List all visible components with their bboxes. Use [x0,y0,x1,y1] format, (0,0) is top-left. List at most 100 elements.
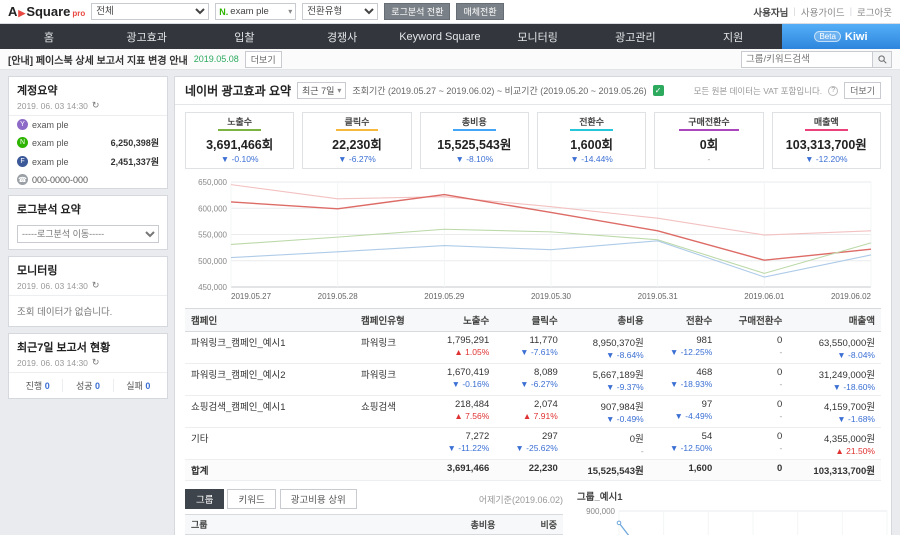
total-label: 합계 [185,459,427,481]
monitoring-empty-text: 조회 데이터가 없습니다. [17,307,113,318]
vat-note: 모든 원본 데이터는 VAT 포함입니다. [693,85,823,96]
date-range-select[interactable]: 최근 7일 ▾ [297,82,347,99]
metric-cell: 8,089 ▼ -6.27% [495,363,564,396]
conversion-type-select[interactable]: 전환유형 [302,3,379,20]
cost-top-button[interactable]: 광고비용 상위 [279,489,357,509]
total-cell: 0 [718,459,789,481]
account-summary-updated: 2019. 06. 03 14:30 ↻ [9,100,167,116]
campaign-name[interactable]: 파워링크_캠페인_예시2 [185,363,355,396]
refresh-icon[interactable]: ↻ [92,357,100,368]
campaign-type: 파워링크 [355,363,427,396]
metric-cell: 1,795,291 ▲ 1.05% [427,331,496,364]
metric-cell: 4,355,000원 ▲ 21.50% [788,427,881,460]
notice-more-button[interactable]: 더보기 [244,50,282,68]
kpi-card-3[interactable]: 총비용 15,525,543원 ▼ -8.10% [419,112,529,169]
media-conversion-button[interactable]: 매체전환 [456,3,504,20]
column-header: 캠페인유형 [355,308,427,332]
campaign-type [355,427,427,460]
column-header: 전환수 [649,308,719,332]
naver-badge-icon: N. [219,6,229,17]
topbar: A ▶ Square pro 전체 N. ▾ 전환유형 로그분석 전환 매체전환… [0,0,900,24]
logo-pro-badge: pro [72,9,86,18]
date-range-value: 최근 7일 [302,86,335,96]
nav-item-6[interactable]: 모니터링 [489,24,587,49]
account-filter-select[interactable]: 전체 [91,3,210,20]
recent-reports-panel: 최근7일 보고서 현황 2019. 06. 03 14:30 ↻ 진행 0 성공 … [8,333,168,399]
nav-item-8[interactable]: 지원 [684,24,782,49]
log-move-select[interactable]: -----로그분석 이동----- [17,225,159,243]
campaign-row[interactable]: 기타 7,272 ▼ -11.22% 297 ▼ -25.62% 0원 - 54 ▼ -… [185,427,881,460]
compare-check-icon[interactable]: ✓ [652,85,664,96]
kpi-card-6[interactable]: 매출액 103,313,700원 ▼ -12.20% [771,112,881,169]
campaign-table: 캠페인 캠페인유형 노출수 클릭수 총비용 전환수 구매전환수 매출액 파워링크_캠페인_예시… [185,308,881,481]
app-logo[interactable]: A ▶ Square pro [8,4,85,19]
media-account-field[interactable]: N. ▾ [215,3,297,20]
refresh-icon[interactable]: ↻ [92,280,100,291]
media-account-input[interactable] [230,6,289,17]
summary-header: 네이버 광고효과 요약 최근 7일 ▾ 조회기간 (2019.05.27 ~ 2… [175,77,891,105]
kpi-value: 22,230회 [332,138,382,152]
group-cost-chart: 500,000600,000700,000800,000900,000 [586,507,888,535]
nav-item-4[interactable]: 경쟁사 [293,24,391,49]
log-summary-title: 로그분석 요약 [17,204,81,216]
kpi-card-2[interactable]: 클릭수 22,230회 ▼ -6.27% [302,112,412,169]
metric-cell: 0원 - [563,427,650,460]
account-badge-icon: ☎ [17,174,28,185]
account-summary-panel: 계정요약 2019. 06. 03 14:30 ↻ Y exam ple N e… [8,76,168,189]
logout-link[interactable]: 로그아웃 [857,5,892,19]
kpi-row: 노출수 3,691,466회 ▼ -0.10% 클릭수 22,230회 ▼ -6… [175,105,891,174]
campaign-name[interactable]: 파워링크_캠페인_예시1 [185,331,355,364]
report-stats: 진행 0 성공 0 실패 0 [9,373,167,398]
svg-text:650,000: 650,000 [198,178,227,187]
nav-item-7[interactable]: 광고관리 [587,24,685,49]
kpi-card-4[interactable]: 전환수 1,600회 ▼ -14.44% [536,112,647,169]
campaign-row[interactable]: 쇼핑검색_캠페인_예시1 쇼핑검색 218,484 ▲ 7.56% 2,074 ▲ 7… [185,395,881,428]
summary-more-button[interactable]: 더보기 [844,82,881,99]
report-stat: 실패 0 [126,381,151,391]
tab-keyword[interactable]: 키워드 [227,489,276,509]
svg-text:600,000: 600,000 [198,204,227,213]
campaign-name[interactable]: 쇼핑검색_캠페인_예시1 [185,395,355,428]
keyword-search [741,50,892,68]
kpi-card-1[interactable]: 노출수 3,691,466회 ▼ -0.10% [185,112,295,169]
column-header: 매출액 [788,308,881,332]
kpi-change: - [707,154,711,164]
nav-item-1[interactable]: 홈 [0,24,98,49]
notice-text[interactable]: [안내] 페이스북 상세 보고서 지표 변경 안내 [8,52,188,67]
monitoring-updated: 2019. 06. 03 14:30 ↻ [9,280,167,296]
account-rows: Y exam ple N exam ple 6,250,398원 F exam … [9,116,167,188]
effect-trend-chart: 450,000 500,000 550,000 600,000 650,000 2019.… [198,178,871,301]
refresh-icon[interactable]: ↻ [92,100,100,111]
column-header: 노출수 [427,308,496,332]
group-col-header: 그룹 [185,514,339,535]
kpi-label: 구매전환수 [679,113,739,131]
tab-group[interactable]: 그룹 [185,489,225,509]
total-row: 합계 3,691,466 22,230 15,525,543원 1,600 0 103,31… [185,459,881,481]
search-button[interactable] [873,50,892,68]
guide-link[interactable]: 사용가이드 [801,5,845,19]
nav-item-kiwi[interactable]: Beta Kiwi [782,24,900,49]
period-text: 조회기간 (2019.05.27 ~ 2019.06.02) ~ 비교기간 (2… [352,86,647,96]
recent-reports-title: 최근7일 보고서 현황 [17,342,111,354]
column-header: 구매전환수 [718,308,789,332]
campaign-name[interactable]: 기타 [185,427,355,460]
account-row: ☎ 000-0000-000 [9,171,167,188]
log-conversion-button[interactable]: 로그분석 전환 [384,3,451,20]
logo-text-a: A [8,4,18,19]
nav-item-3[interactable]: 입찰 [196,24,294,49]
logo-arrow-icon: ▶ [18,8,26,18]
help-icon[interactable]: ? [828,85,839,96]
campaign-row[interactable]: 파워링크_캠페인_예시2 파워링크 1,670,419 ▼ -0.16% 8,089… [185,363,881,396]
kpi-card-5[interactable]: 구매전환수 0회 - [654,112,764,169]
account-badge-icon: Y [17,119,28,130]
account-row: N exam ple 6,250,398원 [9,133,167,152]
user-name[interactable]: 사용자님 [753,5,788,19]
nav-item-2[interactable]: 광고효과 [98,24,196,49]
kpi-value: 15,525,543원 [437,138,512,152]
keyword-search-input[interactable] [741,50,873,68]
campaign-row[interactable]: 파워링크_캠페인_예시1 파워링크 1,795,291 ▲ 1.05% 11,770… [185,331,881,364]
account-label: exam ple [32,119,69,130]
metric-cell: 0- [718,363,789,396]
nav-item-5[interactable]: Keyword Square [391,24,489,49]
main-nav: 홈 광고효과 입찰 경쟁사 Keyword Square 모니터링 광고관리 지원 Beta … [0,24,900,49]
